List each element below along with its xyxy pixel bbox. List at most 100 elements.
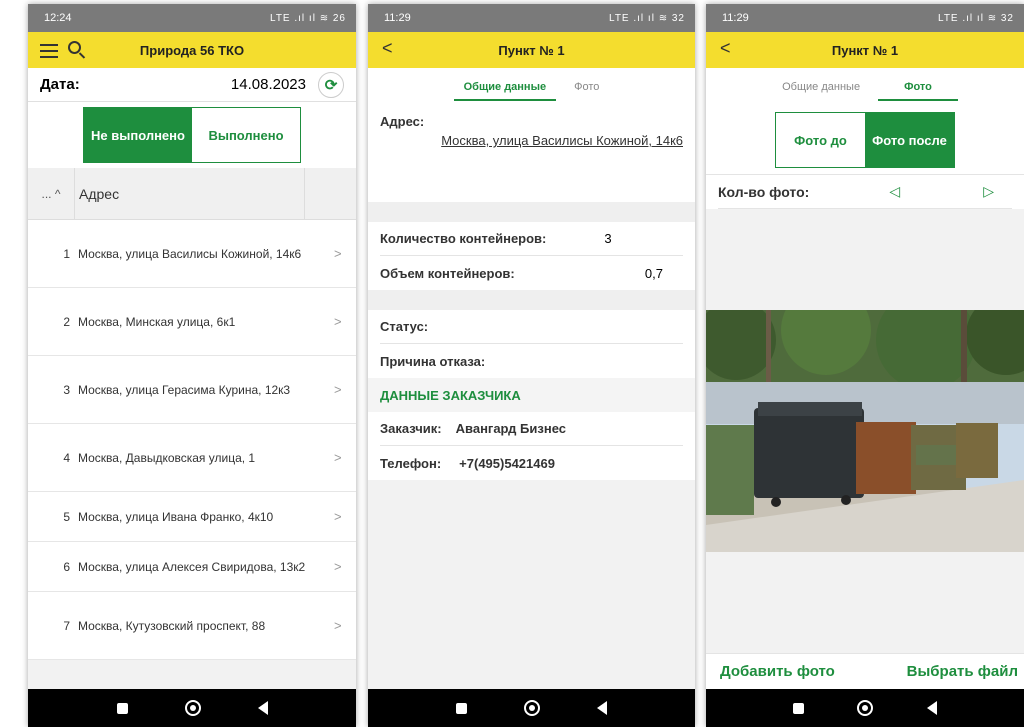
date-row: Дата: 14.08.2023 ⟳: [28, 68, 356, 102]
status-bar: 11:29 LTE .ıl ıl ≋ 32: [706, 4, 1024, 32]
sort-column-header[interactable]: ... ^: [28, 187, 74, 201]
system-nav-bar: [28, 689, 356, 727]
next-photo-icon[interactable]: ▷: [983, 183, 994, 200]
table-row[interactable]: 4 Москва, Давыдковская улица, 1 >: [28, 424, 356, 492]
home-icon[interactable]: [184, 700, 201, 716]
system-nav-bar: [706, 689, 1024, 727]
chevron-right-icon: >: [334, 618, 342, 633]
table-row[interactable]: 1 Москва, улица Василисы Кожиной, 14к6 >: [28, 220, 356, 288]
customer-card: Заказчик: Авангард Бизнес Телефон: +7(49…: [368, 412, 695, 480]
row-number: 3: [63, 382, 70, 397]
system-nav-bar: [368, 689, 695, 727]
row-number: 1: [63, 246, 70, 261]
row-address: Москва, улица Василисы Кожиной, 14к6: [78, 246, 302, 261]
phone-screen-list: 12:24 LTE .ıl ıl ≋ 26 Природа 56 ТКО Дат…: [28, 4, 356, 727]
app-bar: Природа 56 ТКО: [28, 32, 356, 68]
date-value[interactable]: 14.08.2023: [231, 76, 306, 93]
container-photo: [706, 310, 1024, 552]
photo-type-switch: Фото до Фото после: [706, 106, 1024, 174]
photo-before-button[interactable]: Фото до: [776, 113, 865, 167]
app-title: Пункт № 1: [498, 42, 565, 58]
recents-icon[interactable]: [792, 702, 804, 714]
table-row[interactable]: 6 Москва, улица Алексея Свиридова, 13к2 …: [28, 542, 356, 592]
app-title: Природа 56 ТКО: [139, 42, 245, 58]
back-nav-icon[interactable]: [596, 701, 607, 715]
chevron-right-icon: >: [334, 382, 342, 397]
status-time: 12:24: [44, 12, 72, 24]
customer-label: Заказчик:: [380, 421, 442, 436]
status-bar: 12:24 LTE .ıl ıl ≋ 26: [28, 4, 356, 32]
app-title: Пункт № 1: [831, 42, 899, 58]
chevron-right-icon: >: [334, 314, 342, 329]
choose-file-button[interactable]: Выбрать файл: [907, 663, 1018, 680]
status-time: 11:29: [722, 12, 749, 24]
add-photo-button[interactable]: Добавить фото: [720, 663, 835, 680]
trash-containers-photo: [706, 310, 1024, 552]
phone-screen-photo: 11:29 LTE .ıl ıl ≋ 32 < Пункт № 1 Общие …: [706, 4, 1024, 727]
row-number: 4: [63, 450, 70, 465]
photo-count-label: Кол-во фото:: [718, 183, 810, 200]
row-address: Москва, улица Алексея Свиридова, 13к2: [78, 559, 306, 574]
tab-bar: Общие данные Фото: [706, 68, 1024, 106]
app-bar: < Пункт № 1: [706, 32, 1024, 68]
chevron-right-icon: >: [334, 559, 342, 574]
status-card: Статус: Причина отказа:: [368, 310, 695, 378]
table-row[interactable]: 7 Москва, Кутузовский проспект, 88 >: [28, 592, 356, 660]
recents-icon[interactable]: [456, 702, 468, 714]
status-indicators: LTE .ıl ıl ≋ 32: [609, 12, 685, 24]
address-card: Адрес: Москва, улица Василисы Кожиной, 1…: [368, 106, 695, 202]
tab-general[interactable]: Общие данные: [450, 68, 560, 106]
address-link[interactable]: Москва, улица Василисы Кожиной, 14к6: [380, 133, 683, 148]
status-time: 11:29: [384, 12, 411, 24]
table-header: ... ^ Адрес: [28, 168, 356, 220]
chevron-right-icon: >: [334, 246, 342, 261]
table-row[interactable]: 5 Москва, улица Ивана Франко, 4к10 >: [28, 492, 356, 542]
prev-photo-icon[interactable]: ◁: [889, 183, 900, 200]
phone-label: Телефон:: [380, 455, 442, 471]
refresh-icon[interactable]: ⟳: [318, 71, 344, 98]
app-bar: < Пункт № 1: [368, 32, 695, 68]
back-nav-icon[interactable]: [927, 701, 938, 715]
containers-count-value: 3: [604, 231, 612, 246]
reject-reason-label: Причина отказа:: [380, 353, 486, 369]
tab-bar: Общие данные Фото: [368, 68, 695, 106]
chevron-right-icon: >: [334, 450, 342, 465]
chevron-right-icon: >: [334, 509, 342, 524]
address-label: Адрес:: [380, 114, 425, 129]
photo-after-button[interactable]: Фото после: [865, 113, 954, 167]
row-number: 6: [63, 559, 70, 574]
row-address: Москва, улица Ивана Франко, 4к10: [78, 509, 274, 524]
phone-screen-details: 11:29 LTE .ıl ıl ≋ 32 < Пункт № 1 Общие …: [368, 4, 695, 727]
row-number: 7: [63, 618, 70, 633]
address-column-header[interactable]: Адрес: [74, 168, 304, 219]
row-number: 5: [63, 509, 70, 524]
containers-count-label: Количество контейнеров:: [380, 231, 547, 246]
table-row[interactable]: 3 Москва, улица Герасима Курина, 12к3 >: [28, 356, 356, 424]
customer-section-title: ДАННЫЕ ЗАКАЗЧИКА: [368, 378, 695, 412]
table-row[interactable]: 2 Москва, Минская улица, 6к1 >: [28, 288, 356, 356]
phone-value[interactable]: +7(495)5421469: [459, 456, 555, 471]
row-address: Москва, улица Герасима Курина, 12к3: [78, 382, 291, 397]
status-label: Статус:: [380, 319, 429, 334]
back-nav-icon[interactable]: [257, 701, 268, 715]
tab-photo[interactable]: Фото: [874, 68, 962, 106]
photo-actions: Добавить фото Выбрать файл: [706, 653, 1024, 689]
column-header-spacer: [304, 168, 356, 219]
row-address: Москва, Минская улица, 6к1: [78, 314, 236, 329]
filter-done-button[interactable]: Выполнено: [192, 108, 300, 162]
filter-not-done-button[interactable]: Не выполнено: [84, 108, 192, 162]
date-label: Дата:: [40, 76, 80, 93]
row-address: Москва, Кутузовский проспект, 88: [78, 618, 266, 633]
containers-volume-label: Объем контейнеров:: [380, 265, 515, 281]
photo-count-row: Кол-во фото: ◁ ▷: [706, 174, 1024, 209]
status-indicators: LTE .ıl ıl ≋ 32: [938, 12, 1014, 24]
row-number: 2: [63, 314, 70, 329]
home-icon[interactable]: [523, 700, 540, 716]
tab-general[interactable]: Общие данные: [768, 68, 874, 106]
tab-photo[interactable]: Фото: [560, 68, 613, 106]
status-bar: 11:29 LTE .ıl ıl ≋ 32: [368, 4, 695, 32]
recents-icon[interactable]: [116, 702, 128, 714]
home-icon[interactable]: [857, 700, 874, 716]
containers-card: Количество контейнеров: 3 Объем контейне…: [368, 222, 695, 290]
customer-value: Авангард Бизнес: [455, 421, 566, 436]
